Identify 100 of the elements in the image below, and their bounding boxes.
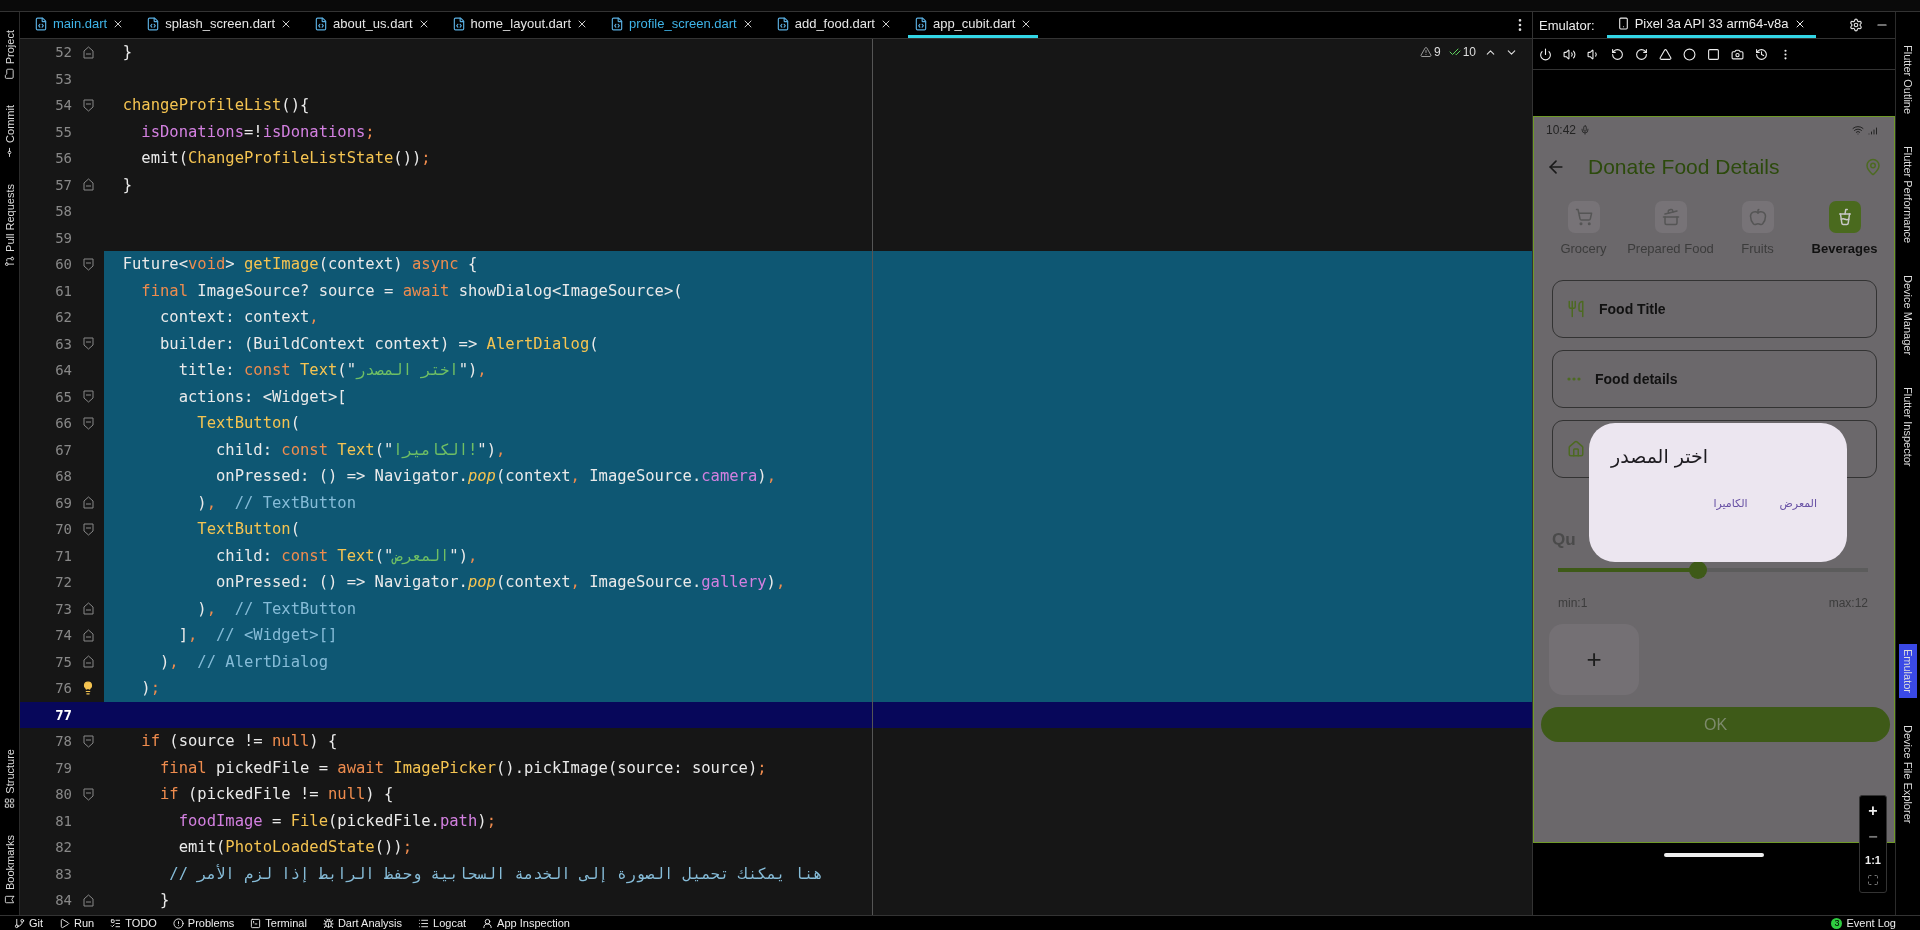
warning-count[interactable]: 9 bbox=[1419, 45, 1441, 59]
fold-end-marker-icon[interactable] bbox=[82, 602, 94, 616]
category-icon-tile[interactable] bbox=[1741, 201, 1774, 233]
lightbulb-icon[interactable] bbox=[81, 681, 95, 696]
fold-end-marker-icon[interactable] bbox=[82, 655, 94, 669]
settings-icon[interactable] bbox=[1849, 18, 1863, 32]
wifi-icon bbox=[1852, 124, 1864, 136]
event-log-button[interactable]: Event Log bbox=[1846, 917, 1896, 929]
fold-end-marker-icon[interactable] bbox=[82, 178, 94, 192]
file-icon bbox=[451, 16, 466, 31]
code-line: emit(PhotoLoadedState()); bbox=[177, 838, 412, 857]
code-line: final ImageSource? source = await showDialog<ImageSource>( bbox=[140, 281, 683, 300]
fold-end-marker-icon[interactable] bbox=[82, 496, 94, 510]
category-icon-tile[interactable] bbox=[1567, 201, 1600, 233]
fold-end-marker-icon[interactable] bbox=[82, 45, 94, 59]
line-number: 62 bbox=[54, 309, 72, 326]
line-number: 57 bbox=[54, 176, 72, 193]
fold-marker-icon[interactable] bbox=[82, 522, 94, 536]
tool-window-tab[interactable]: Flutter Performance bbox=[1899, 141, 1917, 249]
file-icon bbox=[146, 16, 161, 31]
alert-icon bbox=[172, 917, 184, 929]
tool-window-tab[interactable]: Commit bbox=[3, 103, 16, 161]
zoom-out[interactable]: − bbox=[1868, 828, 1878, 846]
app-title: Donate Food Details bbox=[1588, 155, 1781, 179]
line-number: 63 bbox=[54, 335, 72, 352]
tool-window-button[interactable]: Problems bbox=[172, 917, 235, 929]
home-circle-icon[interactable] bbox=[1683, 47, 1696, 61]
dialog-action[interactable]: المعرض bbox=[1777, 495, 1819, 512]
cart-icon bbox=[1574, 208, 1593, 226]
editor-tab[interactable]: profile_screen.dart bbox=[604, 12, 760, 38]
tool-window-button[interactable]: Logcat bbox=[418, 917, 467, 929]
fit-screen-icon[interactable] bbox=[1867, 874, 1879, 886]
editor-tab[interactable]: splash_screen.dart bbox=[140, 12, 299, 38]
line-number: 66 bbox=[54, 415, 72, 432]
dialog-action[interactable]: الكاميرا bbox=[1711, 495, 1750, 512]
device-tab[interactable]: Pixel 3a API 33 arm64-v8a bbox=[1606, 12, 1816, 38]
line-number: 54 bbox=[54, 97, 72, 114]
line-number: 79 bbox=[54, 759, 72, 776]
volume-up-icon[interactable] bbox=[1563, 47, 1576, 61]
line-number: 74 bbox=[54, 627, 72, 644]
snapshot-icon[interactable] bbox=[1755, 47, 1768, 61]
line-number: 72 bbox=[54, 574, 72, 591]
tool-window-tab[interactable]: Project bbox=[3, 28, 16, 82]
editor-tab[interactable]: app_cubit.dart bbox=[907, 12, 1039, 38]
code-line: emit(ChangeProfileListState()); bbox=[140, 149, 431, 168]
tool-window-tab[interactable]: Emulator bbox=[1899, 643, 1917, 698]
phone-icon bbox=[1616, 17, 1630, 30]
power-icon[interactable] bbox=[1539, 47, 1552, 61]
category-icon-tile[interactable] bbox=[1828, 201, 1861, 233]
tool-window-tab[interactable]: Device Manager bbox=[1899, 270, 1917, 361]
typo-count[interactable]: 10 bbox=[1448, 45, 1476, 59]
tool-window-tab[interactable]: Flutter Outline bbox=[1899, 40, 1917, 120]
list-icon bbox=[418, 917, 430, 929]
code-line: if (source != null) { bbox=[140, 732, 338, 751]
overview-square-icon[interactable] bbox=[1707, 47, 1720, 61]
editor-tab[interactable]: home_layout.dart bbox=[445, 12, 594, 38]
code-line: isDonations=!isDonations; bbox=[140, 122, 375, 141]
tool-window-button[interactable]: TODO bbox=[110, 917, 157, 929]
category-icon-tile[interactable] bbox=[1654, 201, 1687, 233]
code-line: ], // <Widget>[] bbox=[177, 626, 338, 645]
status-time: 10:42 bbox=[1546, 123, 1577, 137]
editor-tab[interactable]: about_us.dart bbox=[308, 12, 436, 38]
editor-tab[interactable]: main.dart bbox=[28, 12, 131, 38]
tool-window-tab[interactable]: Pull Requests bbox=[3, 182, 16, 269]
fold-marker-icon[interactable] bbox=[82, 98, 94, 112]
tool-window-button[interactable]: Git bbox=[14, 917, 44, 929]
fold-end-marker-icon[interactable] bbox=[82, 628, 94, 642]
fold-marker-icon[interactable] bbox=[82, 257, 94, 271]
fold-marker-icon[interactable] bbox=[82, 787, 94, 801]
tool-window-tab[interactable]: Device File Explorer bbox=[1899, 719, 1917, 829]
tool-window-button[interactable]: App Inspection bbox=[482, 917, 570, 929]
fold-marker-icon[interactable] bbox=[82, 734, 94, 748]
tool-window-tab[interactable]: Structure bbox=[3, 747, 16, 811]
fold-marker-icon[interactable] bbox=[82, 337, 94, 351]
code-line: ); bbox=[140, 679, 160, 698]
tool-window-button[interactable]: Terminal bbox=[250, 917, 307, 929]
code-line: TextButton( bbox=[196, 414, 300, 433]
dialog-title: اختر المصدر bbox=[1611, 445, 1708, 467]
editor-tab[interactable]: add_food.dart bbox=[769, 12, 898, 38]
rotate-left-icon[interactable] bbox=[1611, 47, 1624, 61]
code-line: if (pickedFile != null) { bbox=[159, 785, 394, 804]
code-line: // هنا يمكنك تحميل الصورة إلى الخدمة السحابية وحفظ الرابط إذا لزم الأمر bbox=[168, 864, 823, 883]
camera-icon[interactable] bbox=[1731, 47, 1744, 61]
rotate-right-icon[interactable] bbox=[1635, 47, 1648, 61]
count-badge: 3 bbox=[1831, 917, 1843, 929]
fold-end-marker-icon[interactable] bbox=[82, 893, 94, 907]
line-number: 82 bbox=[54, 839, 72, 856]
zoom-reset[interactable]: 1:1 bbox=[1865, 854, 1881, 866]
zoom-in[interactable]: + bbox=[1868, 802, 1878, 820]
fold-marker-icon[interactable] bbox=[82, 390, 94, 404]
back-triangle-icon[interactable] bbox=[1659, 47, 1672, 61]
volume-down-icon[interactable] bbox=[1587, 47, 1600, 61]
tool-window-tab[interactable]: Flutter Inspector bbox=[1899, 382, 1917, 472]
apple-icon bbox=[1748, 208, 1767, 226]
tool-window-button[interactable]: Run bbox=[59, 917, 95, 929]
tool-window-tab[interactable]: Bookmarks bbox=[3, 832, 16, 907]
tool-window-button[interactable]: Dart Analysis bbox=[322, 917, 403, 929]
line-number: 53 bbox=[54, 70, 72, 87]
fold-marker-icon[interactable] bbox=[82, 416, 94, 430]
file-icon bbox=[314, 16, 329, 31]
